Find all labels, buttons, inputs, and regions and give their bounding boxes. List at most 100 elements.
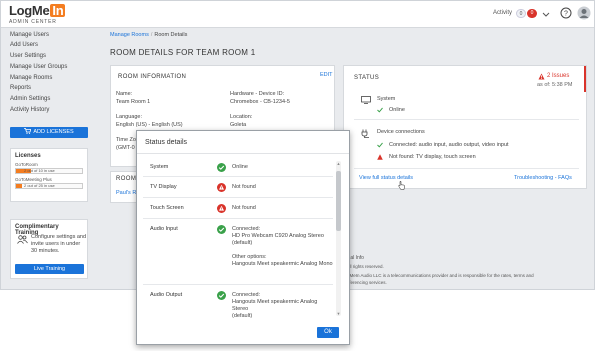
status-row-value: Online <box>232 164 248 170</box>
plug-icon <box>361 129 369 138</box>
scrollbar-thumb[interactable] <box>336 171 341 231</box>
modal-scrollbar[interactable]: ▲ ▼ <box>336 161 341 316</box>
check-circle-icon <box>217 163 226 172</box>
value-line: Connected: <box>232 226 261 232</box>
status-row-touch-screen: Touch Screen Not found <box>143 198 333 219</box>
licenses-panel: Licenses GoToRoom 2 out of 10 in use GoT… <box>10 148 88 202</box>
timezone-value: (GMT-0 <box>116 145 135 151</box>
activity-count-badge[interactable]: 0 <box>516 9 526 18</box>
check-icon <box>377 107 383 113</box>
sidebar-item-reports[interactable]: Reports <box>10 85 31 91</box>
sidebar-item-activity-history[interactable]: Activity History <box>10 107 49 113</box>
svg-text:?: ? <box>564 11 568 18</box>
licenses-title: Licenses <box>15 153 41 159</box>
status-row-audio-input: Audio Input Connected: HD Pro Webcam C92… <box>143 219 333 285</box>
status-timestamp: as of: 5:38 PM <box>537 82 573 88</box>
status-row-value: Connected: HD Pro Webcam C920 Analog Ste… <box>232 226 333 268</box>
sidebar-item-manage-user-groups[interactable]: Manage User Groups <box>10 64 67 70</box>
error-circle-icon <box>217 204 226 213</box>
value-line: Other options: <box>232 254 267 260</box>
system-value: Online <box>389 107 405 113</box>
license-usage-text: 2 out of 10 in use <box>24 168 55 173</box>
status-divider <box>354 168 579 169</box>
value-spacer <box>232 247 333 254</box>
breadcrumb-manage-rooms[interactable]: Manage Rooms <box>110 32 149 38</box>
check-circle-icon <box>217 225 226 234</box>
training-text: Configure settings and invite users in u… <box>31 234 87 254</box>
status-row-audio-output: Audio Output Connected: Hangouts Meet sp… <box>143 285 333 321</box>
check-icon <box>377 142 383 148</box>
status-row-label: Audio Input <box>150 226 178 232</box>
users-icon <box>17 235 28 244</box>
warning-icon <box>538 73 545 80</box>
help-icon[interactable]: ? <box>560 7 572 19</box>
sidebar-item-add-users[interactable]: Add Users <box>10 42 38 48</box>
value-line: (default) <box>232 240 253 246</box>
sidebar-item-manage-rooms[interactable]: Manage Rooms <box>10 75 52 81</box>
add-licenses-button[interactable]: ADD LICENSES <box>10 127 88 138</box>
language-value: English (US) - English (US) <box>116 122 183 128</box>
breadcrumb: Manage Rooms / Room Details <box>110 32 187 38</box>
chevron-down-icon[interactable] <box>541 9 551 19</box>
timezone-label: Time Zo <box>116 137 136 143</box>
breadcrumb-separator: / <box>150 32 153 38</box>
system-label: System <box>377 96 396 102</box>
alert-count-badge[interactable]: 0 <box>527 9 537 18</box>
logo-subtitle: ADMIN CENTER <box>9 19 57 25</box>
status-row-value: Not found <box>232 184 256 190</box>
value-line: (default) <box>232 313 253 319</box>
sidebar-item-admin-settings[interactable]: Admin Settings <box>10 96 50 102</box>
live-training-button[interactable]: Live Training <box>15 264 84 274</box>
value-line: Hangouts Meet speakermic Analog Stereo <box>232 299 318 312</box>
name-value: Team Room 1 <box>116 99 151 105</box>
pointer-cursor-icon <box>398 181 405 190</box>
training-panel: Complimentary Training Configure setting… <box>10 219 88 279</box>
logo-text: LogMe <box>9 3 50 18</box>
status-details-list[interactable]: System Online TV Display Not found Touch… <box>143 157 333 321</box>
license-name: GoToMeeting Plus <box>15 177 52 182</box>
license-name: GoToRoom <box>15 162 38 167</box>
room-card-heading: ROOM <box>116 176 137 182</box>
issues-count: 2 Issues <box>547 73 570 79</box>
device-connections-label: Device connections <box>377 129 425 135</box>
top-bar: LogMe In ADMIN CENTER Activity 0 0 ? <box>1 1 594 28</box>
hardware-value: Chromebox - CB-1234-5 <box>230 99 290 105</box>
warning-icon <box>377 154 383 160</box>
status-details-modal: Status details System Online TV Display … <box>136 130 350 345</box>
status-alert-stripe <box>584 66 586 92</box>
name-label: Name: <box>116 91 133 97</box>
edit-link[interactable]: EDIT <box>320 72 333 78</box>
sidebar: Manage Users Add Users User Settings Man… <box>1 28 97 289</box>
ok-button[interactable]: Ok <box>317 327 339 338</box>
logo[interactable]: LogMe In ADMIN CENTER <box>9 3 66 25</box>
troubleshooting-link[interactable]: Troubleshooting - FAQs <box>514 175 572 181</box>
cart-icon <box>24 128 32 134</box>
value-line: Hangouts Meet speakermic Analog Mono <box>232 261 333 267</box>
activity-link[interactable]: Activity <box>493 10 512 16</box>
check-circle-icon <box>217 291 226 300</box>
modal-title: Status details <box>145 139 188 146</box>
breadcrumb-current: Room Details <box>154 32 188 38</box>
license-usage-bar: 2 out of 25 in use <box>15 183 83 189</box>
status-row-label: TV Display <box>150 184 177 190</box>
status-row-tv-display: TV Display Not found <box>143 177 333 198</box>
status-row-system: System Online <box>143 157 333 177</box>
sidebar-item-user-settings[interactable]: User Settings <box>10 53 46 59</box>
status-row-label: Touch Screen <box>150 205 184 211</box>
status-heading: STATUS <box>354 75 380 81</box>
page-title: ROOM DETAILS FOR TEAM ROOM 1 <box>110 48 256 57</box>
status-row-label: System <box>150 164 169 170</box>
scroll-up-arrow-icon[interactable]: ▲ <box>336 161 341 166</box>
room-information-heading: ROOM INFORMATION <box>118 74 187 80</box>
sidebar-item-manage-users[interactable]: Manage Users <box>10 32 49 38</box>
status-card: STATUS 2 Issues as of: 5:38 PM System On… <box>343 65 587 190</box>
status-row-value: Not found <box>232 205 256 211</box>
status-row-label: Audio Output <box>150 292 183 298</box>
add-licenses-label: ADD LICENSES <box>33 129 74 135</box>
license-usage-fill <box>16 184 22 188</box>
location-value: Goleta <box>230 122 247 128</box>
avatar[interactable] <box>577 6 591 20</box>
scroll-down-arrow-icon[interactable]: ▼ <box>336 311 341 316</box>
status-divider <box>354 119 579 120</box>
footer-audio-line1: LogMeIn Audio LLC is a telecommunication… <box>342 273 534 278</box>
